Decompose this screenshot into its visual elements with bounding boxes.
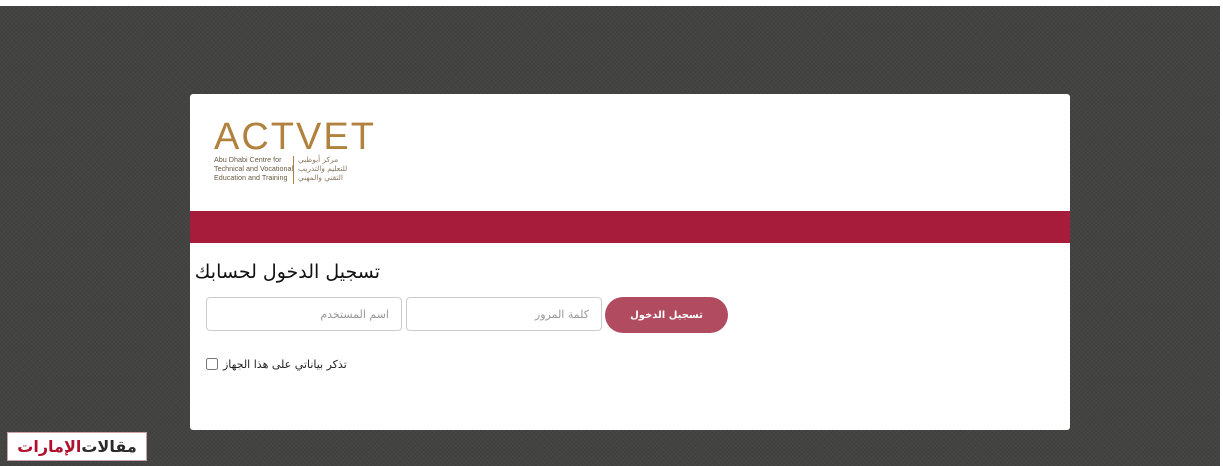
logo-english-text: Abu Dhabi Centre for Technical and Vocat…: [214, 155, 294, 182]
login-title: تسجيل الدخول لحسابك: [194, 261, 380, 283]
watermark-part1: مقالات: [81, 437, 137, 456]
password-input[interactable]: [406, 297, 602, 331]
logo-english-line: Technical and Vocational: [214, 164, 294, 173]
watermark-part2: الإمارات: [17, 437, 82, 456]
logo-english-line: Education and Training: [214, 173, 288, 182]
remember-checkbox[interactable]: [206, 358, 218, 370]
remember-me: تذكر بياناتي على هذا الجهاز: [206, 356, 347, 372]
logo-divider: [293, 156, 294, 184]
actvet-logo: ACTVET Abu Dhabi Centre for Technical an…: [214, 118, 374, 186]
logo-arabic-text: مركز أبوظبي للتعليم والتدريب التقني والم…: [298, 155, 370, 182]
logo-arabic-line: للتعليم والتدريب: [298, 164, 348, 173]
login-card: ACTVET Abu Dhabi Centre for Technical an…: [190, 94, 1070, 430]
login-button[interactable]: تسجيل الدخول: [605, 297, 728, 333]
logo-english-line: Abu Dhabi Centre for: [214, 155, 282, 164]
logo-arabic-line: التقني والمهني: [298, 173, 343, 182]
watermark-logo: مقالات الإمارات: [7, 432, 147, 461]
logo-wordmark: ACTVET: [214, 116, 376, 158]
username-input[interactable]: [206, 297, 402, 331]
top-strip: [0, 0, 1223, 6]
logo-arabic-line: مركز أبوظبي: [298, 155, 339, 164]
remember-label: تذكر بياناتي على هذا الجهاز: [223, 357, 347, 371]
header-band: [190, 211, 1070, 243]
